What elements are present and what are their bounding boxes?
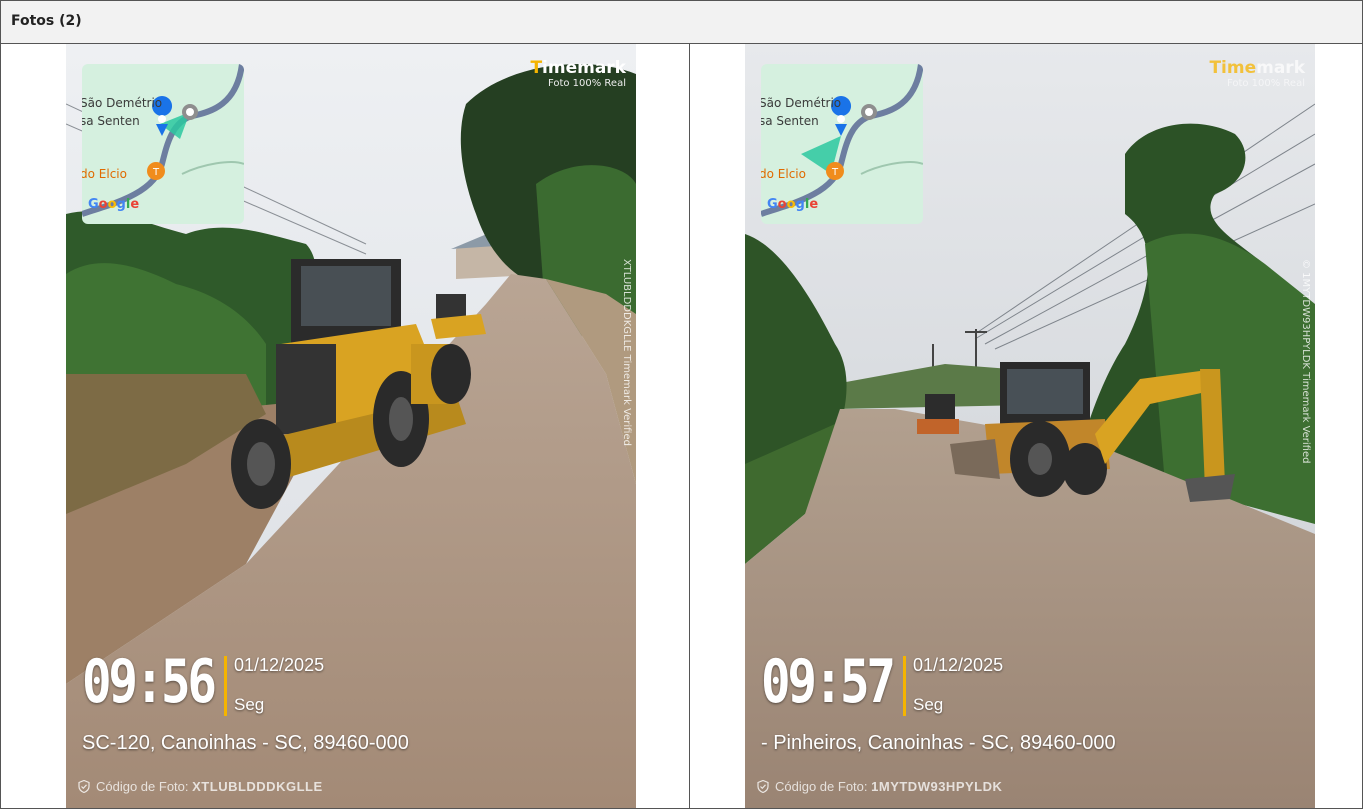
brand-prefix: Time	[1209, 58, 1257, 78]
svg-text:T: T	[831, 167, 839, 178]
photo-code: Código de Foto: XTLUBLDDDKGLLE	[78, 779, 323, 794]
photo-weekday: Seg	[234, 695, 265, 714]
verified-watermark: XTLUBLDDDKGLLE Timemark Verified	[620, 259, 634, 499]
map-label-sentenca: sa Senten	[761, 114, 819, 128]
panel-header: Fotos (2)	[1, 1, 1362, 44]
column-divider	[689, 44, 690, 808]
timemark-logo: Timemark Foto 100% Real	[1209, 58, 1305, 89]
time-separator	[903, 656, 906, 716]
brand-rest: mark	[1256, 58, 1305, 78]
location-map[interactable]: T São Demétrio sa Senten do Elcio Google	[761, 64, 923, 224]
brand-tagline: Foto 100% Real	[1226, 78, 1305, 89]
map-label-sentenca: sa Senten	[82, 114, 140, 128]
brand-tagline: Foto 100% Real	[547, 78, 626, 89]
shield-check-icon	[757, 780, 769, 793]
timemark-logo: Timemark Foto 100% Real	[530, 58, 626, 89]
photo-time: 09:56	[82, 647, 217, 717]
brand-rest: imemark	[542, 58, 626, 78]
photos-panel: Fotos (2) T São Demétrio sa Senten do El…	[0, 0, 1363, 809]
google-logo: Google	[88, 197, 140, 212]
photo-2[interactable]: T São Demétrio sa Senten do Elcio Google…	[745, 44, 1315, 808]
time-separator	[224, 656, 227, 716]
map-label-elcio: do Elcio	[82, 167, 127, 181]
verified-text: XTLUBLDDDKGLLE Timemark Verified	[621, 259, 632, 446]
code-value: 1MYTDW93HPYLDK	[871, 779, 1003, 794]
map-label-sao-demetrio: São Demétrio	[82, 96, 163, 110]
svg-text:T: T	[152, 167, 160, 178]
location-map[interactable]: T São Demétrio sa Senten do Elcio Google	[82, 64, 244, 224]
code-label: Código de Foto:	[775, 779, 868, 794]
google-logo: Google	[767, 197, 819, 212]
code-value: XTLUBLDDDKGLLE	[192, 779, 323, 794]
code-label: Código de Foto:	[96, 779, 189, 794]
verified-text: © 1MYTDW93HPYLDK Timemark Verified	[1300, 259, 1311, 464]
photo-time: 09:57	[761, 647, 896, 717]
photo-date: 01/12/2025	[234, 655, 325, 675]
photo-date: 01/12/2025	[913, 655, 1004, 675]
photo-address: - Pinheiros, Canoinhas - SC, 89460-000	[761, 732, 1116, 754]
map-label-sao-demetrio: São Demétrio	[761, 96, 842, 110]
verified-watermark: © 1MYTDW93HPYLDK Timemark Verified	[1299, 259, 1313, 499]
photo-code: Código de Foto: 1MYTDW93HPYLDK	[757, 779, 1002, 794]
shield-check-icon	[78, 780, 90, 793]
photo-weekday: Seg	[913, 695, 944, 714]
photo-1[interactable]: T São Demétrio sa Senten do Elcio Google…	[66, 44, 636, 808]
brand-prefix: T	[530, 58, 543, 78]
photo-address: SC-120, Canoinhas - SC, 89460-000	[82, 732, 409, 754]
map-label-elcio: do Elcio	[761, 167, 806, 181]
panel-title: Fotos (2)	[11, 13, 82, 29]
